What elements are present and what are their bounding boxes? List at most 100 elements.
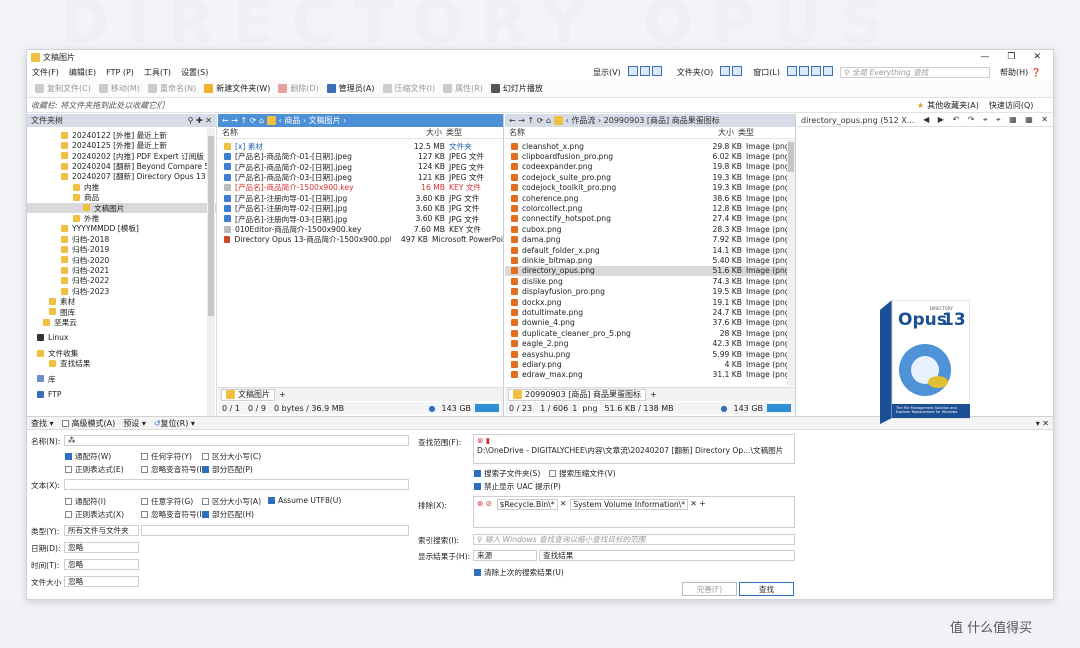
view-icon[interactable] bbox=[732, 66, 743, 76]
tree-item[interactable]: 归档-2023 bbox=[27, 286, 216, 296]
file-row[interactable]: dislike.png 74.3 KB Image (png bbox=[505, 276, 795, 286]
tree-item[interactable]: 归档-2020 bbox=[27, 255, 216, 265]
file-row[interactable]: [产品名]-注册向导-02-[日期].jpg 3.60 KB JPG 文件 bbox=[218, 203, 503, 213]
menu-folder[interactable]: 文件夹(O) bbox=[677, 67, 714, 78]
menu-display[interactable]: 显示(V) bbox=[593, 67, 621, 78]
time-select[interactable]: 忽略 bbox=[64, 559, 139, 570]
pane-icon[interactable] bbox=[822, 66, 833, 76]
file-row[interactable]: clipboardfusion_pro.png 6.02 KB Image (png bbox=[505, 151, 795, 161]
menu-edit[interactable]: 编辑(E) bbox=[69, 67, 96, 78]
anychar2-checkbox[interactable]: 任意字符(G) bbox=[141, 496, 193, 507]
diacritics-checkbox[interactable]: 忽略变音符号(I) bbox=[141, 464, 205, 475]
tree-item[interactable]: 20240202 [内推] PDF Expert 订阅版 bbox=[27, 151, 216, 161]
clear-results-checkbox[interactable]: 清除上次的搜索结果(U) bbox=[474, 567, 564, 578]
help-icon[interactable]: ❓ bbox=[1031, 68, 1041, 77]
regex-checkbox[interactable]: 正则表达式(E) bbox=[65, 464, 124, 475]
scope-add-icon[interactable]: ⊗ ▮ bbox=[477, 436, 490, 445]
tree-item[interactable]: 归档-2019 bbox=[27, 244, 216, 254]
file-row[interactable]: directory_opus.png 51.6 KB Image (png bbox=[505, 265, 795, 277]
col-type[interactable]: 类型 bbox=[446, 127, 462, 138]
pane-icon[interactable] bbox=[798, 66, 809, 76]
exclude-tag[interactable]: $Recycle.Bin\* bbox=[496, 499, 558, 510]
left-path-bar[interactable]: ← → ↑ ⟳ ⌂ ‹ 商品 › 文稿图片 › bbox=[218, 114, 503, 127]
case2-checkbox[interactable]: 区分大小写(A) bbox=[202, 496, 261, 507]
file-row[interactable]: dinkie_bitmap.png 5.40 KB Image (png bbox=[505, 255, 795, 265]
regex2-checkbox[interactable]: 正则表达式(X) bbox=[65, 509, 124, 520]
text-input[interactable] bbox=[64, 479, 409, 490]
file-row[interactable]: [x] 素材 12.5 MB 文件夹 bbox=[218, 141, 503, 151]
presets-button[interactable]: 预设 bbox=[123, 418, 139, 429]
layout-icon[interactable] bbox=[639, 66, 650, 76]
layout-icon[interactable] bbox=[627, 66, 638, 76]
path-segment[interactable]: 文稿图片 bbox=[309, 115, 341, 126]
search-subfolders-checkbox[interactable]: 搜索子文件夹(S) bbox=[474, 468, 540, 479]
tree-item[interactable]: FTP bbox=[27, 389, 216, 399]
size-select[interactable]: 忽略 bbox=[64, 576, 139, 587]
file-row[interactable]: colorcollect.png 12.8 KB Image (png bbox=[505, 203, 795, 213]
col-size[interactable]: 大小 bbox=[704, 127, 734, 138]
tree-item[interactable]: 查找结果 bbox=[27, 358, 216, 368]
file-row[interactable]: easyshu.png 5.99 KB Image (png bbox=[505, 349, 795, 359]
add-tab-icon[interactable]: + bbox=[279, 390, 286, 399]
path-segment[interactable]: 作品流 bbox=[571, 115, 595, 126]
reset-button[interactable]: 复位(R) bbox=[161, 418, 189, 429]
exclude-add-icon[interactable]: ⊗ ⊘ bbox=[477, 499, 495, 508]
col-name[interactable]: 名称 bbox=[222, 127, 412, 138]
file-row[interactable]: [产品名]-商品简介-01-[日期].jpeg 127 KB JPEG 文件 bbox=[218, 151, 503, 161]
left-tab[interactable]: 文稿图片 bbox=[221, 388, 275, 401]
tree-item[interactable]: 库 bbox=[27, 374, 216, 384]
no-uac-checkbox[interactable]: 禁止显示 UAC 提示(P) bbox=[474, 481, 561, 492]
tree-item[interactable]: 素材 bbox=[27, 296, 216, 306]
col-name[interactable]: 名称 bbox=[509, 127, 704, 138]
compress-button[interactable]: 压缩文件(I) bbox=[382, 83, 435, 94]
path-segment[interactable]: 20990903 [商品] 商品果蛋图标 bbox=[604, 115, 720, 126]
file-row[interactable]: Directory Opus 13-商品简介-1500x900.pptx 497 … bbox=[218, 235, 503, 245]
viewer-controls[interactable]: ◀ ▶ ↶ ↷ ⌖ ⌖ ▦ ▦ ✕ bbox=[923, 115, 1053, 125]
file-row[interactable]: [产品名]-商品简介-03-[日期].jpeg 121 KB JPEG 文件 bbox=[218, 172, 503, 182]
type-filter-input[interactable] bbox=[141, 525, 409, 536]
admin-button[interactable]: 管理员(A) bbox=[326, 83, 375, 94]
menu-settings[interactable]: 设置(S) bbox=[181, 67, 208, 78]
type-select[interactable]: 所有文件与文件夹 bbox=[64, 525, 139, 536]
rename-button[interactable]: 重命名(N) bbox=[147, 83, 196, 94]
tree-item[interactable]: 文稿图片 bbox=[27, 202, 216, 214]
utf8-checkbox[interactable]: Assume UTF8(U) bbox=[268, 496, 341, 505]
file-row[interactable]: 010Editor-商品简介-1500x900.key 7.60 MB KEY 文件 bbox=[218, 224, 503, 234]
pane-icon[interactable] bbox=[810, 66, 821, 76]
col-size[interactable]: 大小 bbox=[412, 127, 442, 138]
name-input[interactable]: ⁂ bbox=[64, 435, 409, 446]
nav-buttons[interactable]: ← → ↑ ⟳ ⌂ bbox=[222, 116, 267, 125]
wildcard2-checkbox[interactable]: 通配符(I) bbox=[65, 496, 106, 507]
advanced-mode-checkbox[interactable] bbox=[61, 419, 69, 427]
tree-item[interactable]: 归档-2022 bbox=[27, 276, 216, 286]
file-row[interactable]: codejock_toolkit_pro.png 19.3 KB Image (pn… bbox=[505, 183, 795, 193]
file-row[interactable]: dotultimate.png 24.7 KB Image (png bbox=[505, 307, 795, 317]
file-row[interactable]: default_folder_x.png 14.1 KB Image (png bbox=[505, 245, 795, 255]
tree-item[interactable]: 坚果云 bbox=[27, 317, 216, 327]
quick-access-button[interactable]: 快速访问(Q) bbox=[989, 100, 1034, 111]
done-button[interactable]: 完善(F) bbox=[682, 582, 737, 596]
menu-tools[interactable]: 工具(T) bbox=[144, 67, 171, 78]
tree-item[interactable]: 文件收集 bbox=[27, 348, 216, 358]
partial-checkbox[interactable]: 部分匹配(P) bbox=[202, 464, 253, 475]
scope-box[interactable]: ⊗ ▮ D:\OneDrive - DIGITALYCHEE\内容\文章流\20… bbox=[473, 434, 795, 464]
file-row[interactable]: edraw_max.png 31.1 KB Image (png bbox=[505, 370, 795, 380]
add-tab-icon[interactable]: + bbox=[650, 390, 657, 399]
properties-button[interactable]: 属性(R) bbox=[443, 83, 483, 94]
tree-item[interactable]: 商品 bbox=[27, 192, 216, 202]
nav-buttons[interactable]: ← → ↑ ⟳ ⌂ bbox=[509, 116, 554, 125]
tree-item[interactable]: 20240125 [外推] 最近上新 bbox=[27, 140, 216, 150]
file-row[interactable]: codeexpander.png 19.8 KB Image (png bbox=[505, 162, 795, 172]
file-row[interactable]: cubox.png 28.3 KB Image (png bbox=[505, 224, 795, 234]
everything-search-input[interactable]: ⚲ 全局 Everything 查找 bbox=[839, 66, 990, 78]
tree-item[interactable]: 20240204 [翻新] Beyond Compare 5 bbox=[27, 161, 216, 171]
new-folder-button[interactable]: 新建文件夹(W) bbox=[204, 83, 270, 94]
file-row[interactable]: codejock_suite_pro.png 19.3 KB Image (png bbox=[505, 172, 795, 182]
diacritics2-checkbox[interactable]: 忽略变音符号(I) bbox=[141, 509, 205, 520]
date-select[interactable]: 忽略 bbox=[64, 542, 139, 553]
layout-icon[interactable] bbox=[651, 66, 662, 76]
search-archives-checkbox[interactable]: 搜索压缩文件(V) bbox=[549, 468, 616, 479]
pane-icon[interactable] bbox=[786, 66, 797, 76]
view-icon[interactable] bbox=[720, 66, 731, 76]
wildcard-checkbox[interactable]: 通配符(W) bbox=[65, 451, 111, 462]
